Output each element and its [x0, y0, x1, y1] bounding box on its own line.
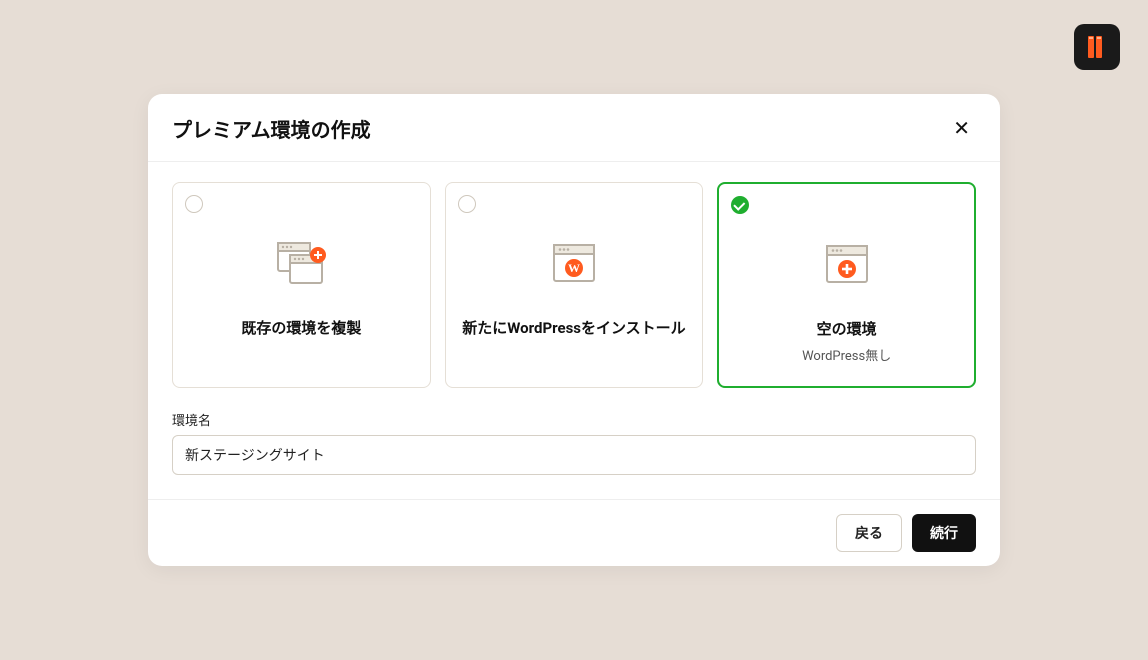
radio-unchecked-icon [458, 195, 476, 213]
radio-checked-icon [731, 196, 749, 214]
option-subtitle: WordPress無し [802, 345, 891, 364]
modal-body: 既存の環境を複製 W 新たにWordPressをインストール [148, 162, 1000, 499]
env-name-input[interactable] [172, 435, 976, 475]
empty-env-icon [825, 240, 869, 290]
option-title: 新たにWordPressをインストール [462, 317, 685, 340]
modal-header: プレミアム環境の作成 ✕ [148, 94, 1000, 162]
close-icon: ✕ [953, 118, 970, 140]
continue-button[interactable]: 続行 [912, 514, 976, 552]
option-title: 既存の環境を複製 [241, 317, 361, 340]
svg-text:W: W [568, 261, 580, 275]
env-name-label: 環境名 [172, 410, 976, 429]
modal-title: プレミアム環境の作成 [172, 114, 371, 143]
wordpress-icon: W [552, 239, 596, 289]
create-environment-modal: プレミアム環境の作成 ✕ [148, 94, 1000, 566]
back-button[interactable]: 戻る [836, 514, 902, 552]
environment-options: 既存の環境を複製 W 新たにWordPressをインストール [172, 182, 976, 388]
modal-footer: 戻る 続行 [148, 499, 1000, 566]
clone-icon [276, 239, 326, 289]
option-clone-existing[interactable]: 既存の環境を複製 [172, 182, 431, 388]
close-button[interactable]: ✕ [947, 115, 976, 143]
app-badge-icon [1074, 24, 1120, 70]
option-install-wordpress[interactable]: W 新たにWordPressをインストール [445, 182, 704, 388]
option-empty-environment[interactable]: 空の環境 WordPress無し [717, 182, 976, 388]
option-title: 空の環境 [817, 318, 877, 341]
radio-unchecked-icon [185, 195, 203, 213]
